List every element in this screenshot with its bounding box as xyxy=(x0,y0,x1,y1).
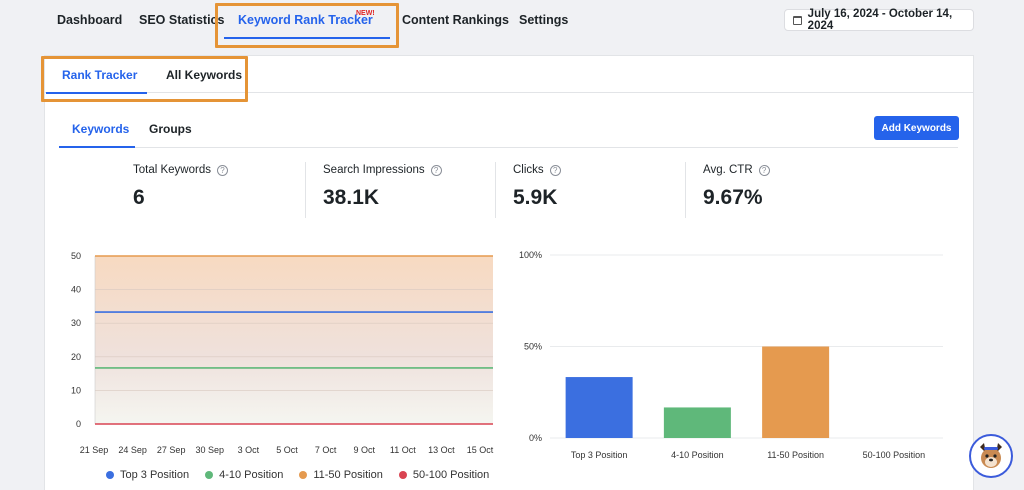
chart-bars xyxy=(565,346,830,438)
nav-settings[interactable]: Settings xyxy=(519,13,568,27)
legend-label: 50-100 Position xyxy=(412,469,490,481)
x-tick-label: 21 Sep xyxy=(80,445,109,455)
tabs-divider xyxy=(59,147,958,148)
x-tick-label: 7 Oct xyxy=(315,445,337,455)
stat-value: 9.67% xyxy=(703,186,763,209)
stat-value: 38.1K xyxy=(323,186,380,209)
legend-marker xyxy=(299,471,308,479)
legend-item[interactable]: 11-50 Position xyxy=(299,469,383,481)
y-tick-label: 20 xyxy=(71,352,81,362)
bar xyxy=(762,346,830,438)
y-tick-label: 10 xyxy=(71,385,81,395)
nav-seo-statistics[interactable]: SEO Statistics xyxy=(139,13,224,27)
legend-item[interactable]: 4-10 Position xyxy=(205,469,283,481)
area-fill xyxy=(95,256,493,424)
legend-item[interactable]: Top 3 Position xyxy=(106,469,189,481)
bar xyxy=(663,407,731,438)
stat-label: Search Impressions xyxy=(323,164,425,176)
mascot-icon xyxy=(980,443,1002,468)
date-range-picker[interactable]: July 16, 2024 - October 14, 2024 xyxy=(784,8,974,32)
x-tick-label: 27 Sep xyxy=(157,445,186,455)
y-tick-label: 0 xyxy=(76,419,81,429)
y-axis-ticks: 0% 50% 100% xyxy=(519,250,542,443)
stat-divider xyxy=(685,162,686,218)
stat-search-impressions: Search Impressions? 38.1K xyxy=(323,164,442,210)
stat-clicks: Clicks? 5.9K xyxy=(513,164,561,210)
tab-groups[interactable]: Groups xyxy=(149,122,192,136)
x-tick-label: 11-50 Position xyxy=(767,450,824,460)
y-tick-label: 40 xyxy=(71,285,81,295)
stat-divider xyxy=(305,162,306,218)
x-axis-ticks: 21 Sep 24 Sep 27 Sep 30 Sep 3 Oct 5 Oct 7 Oct 9… xyxy=(80,445,494,455)
help-icon[interactable]: ? xyxy=(549,164,561,176)
x-tick-label: 13 Oct xyxy=(428,445,455,455)
stat-divider xyxy=(495,162,496,218)
stat-value: 5.9K xyxy=(513,186,558,209)
stat-label: Avg. CTR xyxy=(703,164,753,176)
y-tick-label: 0% xyxy=(529,433,542,443)
nav-content-rankings[interactable]: Content Rankings xyxy=(402,13,509,27)
y-axis-ticks: 0 10 20 30 40 50 xyxy=(71,251,81,429)
tab-keywords[interactable]: Keywords xyxy=(72,122,129,136)
legend-item[interactable]: 50-100 Position xyxy=(398,469,490,481)
legend-label: 4-10 Position xyxy=(219,469,284,481)
legend-marker xyxy=(106,471,114,479)
x-tick-label: 4-10 Position xyxy=(671,450,724,460)
x-tick-label: 30 Sep xyxy=(196,445,225,455)
x-tick-label: 9 Oct xyxy=(353,445,375,455)
position-distribution-chart: 0% 50% 100% Top 3 Position 4-10 Position 11-… xyxy=(519,250,943,460)
highlight-box xyxy=(41,56,248,102)
help-icon[interactable]: ? xyxy=(758,164,770,176)
add-keywords-button[interactable]: Add Keywords xyxy=(874,116,959,140)
chart-legend: Top 3 Position 4-10 Position 11-50 Positio… xyxy=(106,469,489,481)
stat-value: 6 xyxy=(133,186,145,209)
help-assistant-avatar[interactable] xyxy=(969,434,1013,478)
position-trend-chart: 0 10 20 30 40 50 21 Sep 24 Sep 27 Sep 30 Sep 3 Oc… xyxy=(71,251,494,455)
x-tick-label: 5 Oct xyxy=(276,445,298,455)
legend-marker xyxy=(398,471,407,479)
x-axis-ticks: Top 3 Position 4-10 Position 11-50 Positio… xyxy=(571,450,925,460)
stat-total-keywords: Total Keywords? 6 xyxy=(133,164,228,210)
date-range-label: July 16, 2024 - October 14, 2024 xyxy=(807,8,953,32)
stat-label: Clicks xyxy=(513,164,544,176)
help-icon[interactable]: ? xyxy=(430,164,442,176)
legend-label: 11-50 Position xyxy=(313,469,383,481)
x-tick-label: 11 Oct xyxy=(390,445,416,455)
x-tick-label: Top 3 Position xyxy=(571,450,628,460)
x-tick-label: 3 Oct xyxy=(238,445,260,455)
y-tick-label: 50 xyxy=(71,251,81,261)
legend-label: Top 3 Position xyxy=(120,469,190,481)
y-tick-label: 30 xyxy=(71,318,81,328)
tab-active-underline xyxy=(59,146,135,148)
legend-marker xyxy=(205,471,214,479)
x-tick-label: 50-100 Position xyxy=(863,450,926,460)
y-tick-label: 50% xyxy=(524,342,542,352)
calendar-icon xyxy=(793,15,802,25)
y-tick-label: 100% xyxy=(519,250,542,260)
highlight-box xyxy=(215,3,399,48)
stat-label: Total Keywords xyxy=(133,164,211,176)
stat-avg-ctr: Avg. CTR? 9.67% xyxy=(703,164,770,210)
x-tick-label: 24 Sep xyxy=(118,445,147,455)
help-icon[interactable]: ? xyxy=(216,164,228,176)
x-tick-label: 15 Oct xyxy=(467,445,494,455)
nav-dashboard[interactable]: Dashboard xyxy=(57,13,122,27)
bar xyxy=(565,377,633,438)
